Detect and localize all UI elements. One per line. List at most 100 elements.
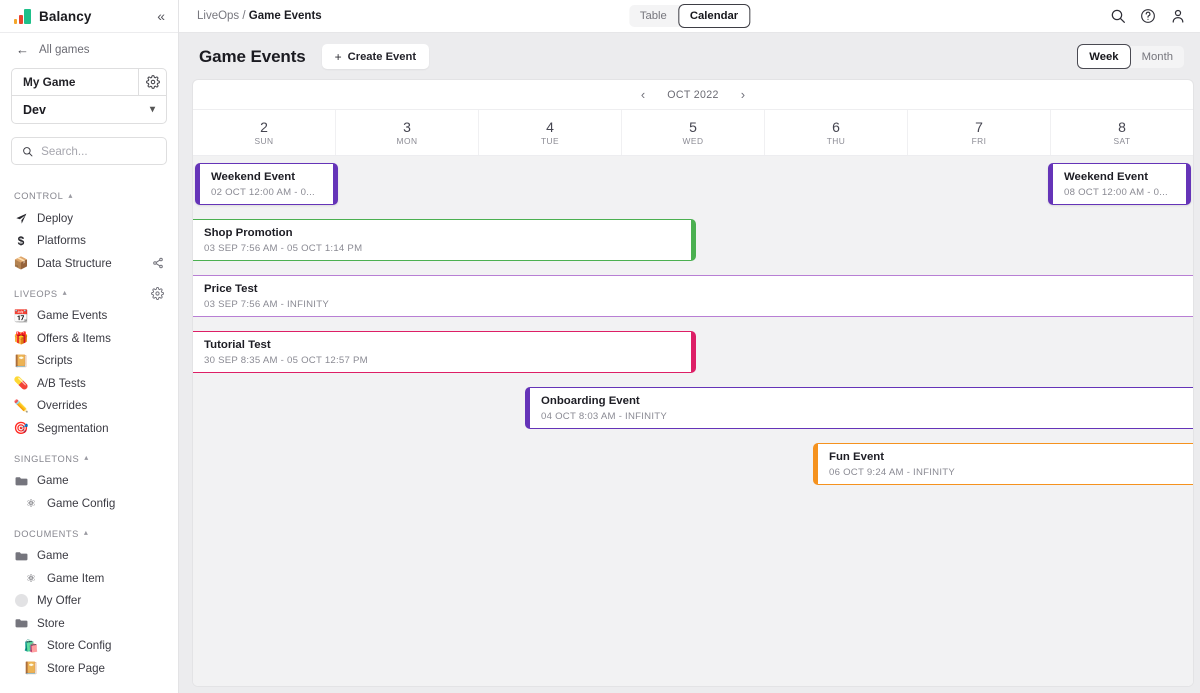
calendar-event[interactable]: Price Test 03 SEP 7:56 AM - INFINITY	[193, 275, 1193, 317]
calendar-day-header[interactable]: 6 THU	[764, 110, 907, 155]
sidebar-header: Balancy «	[0, 0, 178, 33]
calendar-events-area: Weekend Event 02 OCT 12:00 AM - 0... Weeke…	[193, 156, 1193, 686]
sidebar-item-singletons-game[interactable]: Game	[0, 470, 178, 493]
sidebar-item-my-offer[interactable]: My Offer	[0, 590, 178, 613]
calendar-event[interactable]: Weekend Event 08 OCT 12:00 AM - 0...	[1048, 163, 1191, 205]
range-toggle: Week Month	[1077, 44, 1184, 69]
search-icon	[23, 146, 33, 156]
breadcrumb-separator: /	[242, 10, 246, 22]
chevron-right-icon[interactable]: ›	[741, 88, 745, 101]
sidebar-collapse-icon[interactable]: «	[156, 7, 166, 25]
all-games-link[interactable]: ← All games	[0, 33, 178, 66]
game-settings-gear-icon[interactable]	[138, 69, 166, 95]
calendar-day-header[interactable]: 5 WED	[621, 110, 764, 155]
calendar-month-nav: ‹ OCT 2022 ›	[193, 80, 1193, 110]
sidebar-item-platforms[interactable]: $ Platforms	[0, 230, 178, 253]
sidebar-item-label: Game Config	[47, 496, 116, 510]
sidebar-item-store[interactable]: Store	[0, 612, 178, 635]
calendar-event-time: 04 OCT 8:03 AM - INFINITY	[541, 411, 668, 423]
page-header: Game Events + Create Event Week Month	[179, 33, 1200, 80]
calendar-event-title: Weekend Event	[211, 170, 295, 183]
calendar-event[interactable]: Weekend Event 02 OCT 12:00 AM - 0...	[195, 163, 338, 205]
chevron-up-icon: ▴	[84, 453, 89, 462]
sidebar-item-label: Platforms	[37, 234, 86, 248]
sidebar-item-offers-items[interactable]: 🎁 Offers & Items	[0, 327, 178, 350]
sidebar-item-ab-tests[interactable]: 💊 A/B Tests	[0, 372, 178, 395]
day-name: WED	[682, 136, 704, 146]
chevron-left-icon[interactable]: ‹	[641, 88, 645, 101]
calendar-day-header[interactable]: 3 MON	[335, 110, 478, 155]
calendar-event[interactable]: Shop Promotion 03 SEP 7:56 AM - 05 OCT 1:…	[193, 219, 696, 261]
sidebar-item-label: Segmentation	[37, 421, 109, 435]
day-name: THU	[826, 136, 846, 146]
sidebar-item-label: Data Structure	[37, 256, 112, 270]
day-number: 6	[832, 119, 840, 135]
sidebar-item-label: Deploy	[37, 211, 74, 225]
sidebar-section-liveops[interactable]: LIVEOPS ▴	[0, 283, 178, 305]
sidebar-item-game-config[interactable]: ⚛ Game Config	[0, 492, 178, 515]
sidebar-item-label: Game	[37, 474, 69, 488]
calendar-event-title: Onboarding Event	[541, 394, 640, 407]
sidebar-search[interactable]	[11, 137, 167, 165]
calendar-event-title: Weekend Event	[1064, 170, 1148, 183]
sidebar-section-documents[interactable]: DOCUMENTS ▴	[0, 523, 178, 545]
calendar: ‹ OCT 2022 › 2 SUN 3 MON 4 TUE 5 WED 6 T…	[193, 80, 1193, 686]
search-input[interactable]	[41, 144, 156, 158]
breadcrumb-root[interactable]: LiveOps	[197, 10, 239, 22]
sidebar-item-game-events[interactable]: 📆 Game Events	[0, 305, 178, 328]
sidebar-section-control[interactable]: CONTROL ▴	[0, 185, 178, 207]
target-icon: 🎯	[13, 421, 29, 436]
sidebar-item-documents-game[interactable]: Game	[0, 545, 178, 568]
sidebar-item-data-structure[interactable]: 📦 Data Structure	[0, 252, 178, 275]
calendar-event[interactable]: Fun Event 06 OCT 9:24 AM - INFINITY	[813, 443, 1193, 485]
top-bar-actions	[1110, 8, 1186, 24]
chevron-down-icon: ▾	[149, 104, 155, 115]
liveops-settings-gear-icon[interactable]	[151, 287, 164, 300]
game-env-selectors: My Game Dev ▾	[0, 66, 178, 124]
sidebar-item-label: A/B Tests	[37, 376, 86, 390]
folder-icon	[14, 551, 28, 561]
game-selector[interactable]: My Game	[11, 68, 167, 96]
main-area: LiveOps / Game Events Table Calendar Gam…	[179, 0, 1200, 693]
sidebar-item-deploy[interactable]: Deploy	[0, 207, 178, 230]
calendar-day-header[interactable]: 8 SAT	[1050, 110, 1193, 155]
day-number: 3	[403, 119, 411, 135]
chevron-up-icon: ▴	[83, 528, 89, 537]
breadcrumb: LiveOps / Game Events	[197, 10, 322, 22]
tab-month[interactable]: Month	[1131, 46, 1184, 68]
share-icon[interactable]	[152, 257, 164, 269]
dollar-icon: $	[17, 233, 25, 248]
tab-week[interactable]: Week	[1077, 44, 1131, 69]
calendar-event[interactable]: Tutorial Test 30 SEP 8:35 AM - 05 OCT 12:…	[193, 331, 696, 373]
calendar-event[interactable]: Onboarding Event 04 OCT 8:03 AM - INFINIT…	[525, 387, 1193, 429]
sidebar-item-overrides[interactable]: ✏️ Overrides	[0, 395, 178, 418]
create-event-button[interactable]: + Create Event	[321, 44, 430, 69]
molecule-icon: ⚛	[26, 572, 36, 585]
sidebar-item-game-item[interactable]: ⚛ Game Item	[0, 567, 178, 590]
calendar-day-header[interactable]: 4 TUE	[478, 110, 621, 155]
sidebar-item-store-page[interactable]: 📔 Store Page	[0, 657, 178, 680]
sidebar-section-singletons[interactable]: SINGLETONS ▴	[0, 448, 178, 470]
sidebar-item-segmentation[interactable]: 🎯 Segmentation	[0, 417, 178, 440]
top-bar: LiveOps / Game Events Table Calendar	[179, 0, 1200, 33]
page-title: Game Events	[199, 46, 306, 66]
help-icon[interactable]	[1140, 8, 1156, 24]
tab-calendar[interactable]: Calendar	[677, 4, 751, 28]
sidebar-item-label: Store Page	[47, 661, 106, 675]
section-label: SINGLETONS	[14, 453, 80, 464]
sidebar-nav: CONTROL ▴ Deploy $ Platforms 📦 Data Stru…	[0, 165, 178, 693]
tab-table[interactable]: Table	[629, 5, 678, 27]
sidebar-item-store-config[interactable]: 🛍️ Store Config	[0, 635, 178, 658]
sidebar-item-scripts[interactable]: 📔 Scripts	[0, 350, 178, 373]
environment-selector[interactable]: Dev ▾	[11, 96, 167, 124]
calendar-day-header[interactable]: 7 FRI	[907, 110, 1050, 155]
shopping-bag-icon: 🛍️	[23, 638, 39, 653]
sidebar-item-label: Game Events	[37, 309, 108, 323]
user-icon[interactable]	[1170, 8, 1186, 24]
calendar-day-header[interactable]: 2 SUN	[193, 110, 335, 155]
calendar-day-headers: 2 SUN 3 MON 4 TUE 5 WED 6 THU 7 FRI 8 SA…	[193, 110, 1193, 156]
environment-label: Dev	[23, 102, 46, 117]
search-icon[interactable]	[1110, 8, 1126, 24]
section-label: DOCUMENTS	[14, 528, 79, 539]
circle-placeholder-icon	[14, 594, 28, 608]
